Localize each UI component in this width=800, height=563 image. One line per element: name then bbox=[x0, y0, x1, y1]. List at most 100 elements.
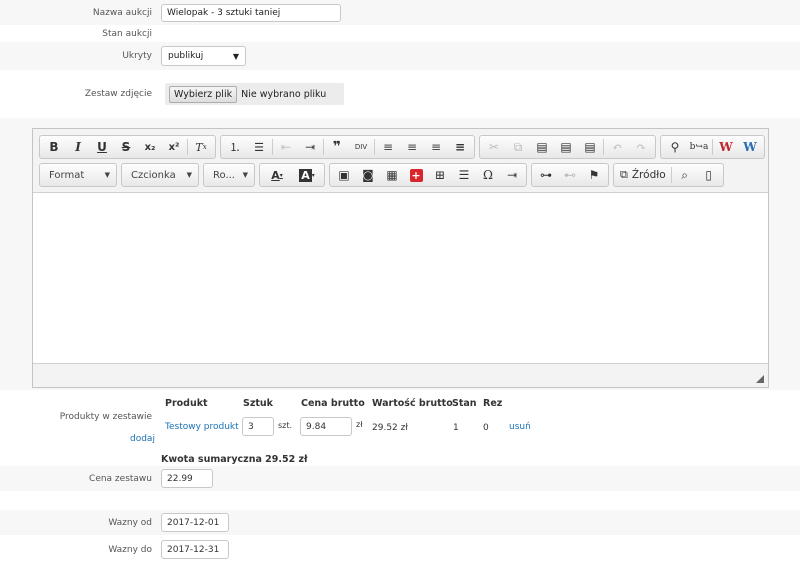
hidden-label: Ukryty bbox=[122, 51, 152, 61]
hidden-row: Ukryty publikuj ▼ bbox=[0, 42, 800, 70]
file-picker: Wybierz plik Nie wybrano pliku bbox=[165, 83, 344, 105]
resize-handle-icon[interactable] bbox=[756, 375, 764, 383]
remove-format-icon[interactable]: Tx bbox=[189, 136, 213, 158]
qty-input[interactable]: 3 bbox=[242, 417, 274, 436]
chevron-down-icon: ▼ bbox=[232, 51, 239, 61]
spellcheck-red-icon[interactable]: W bbox=[714, 136, 738, 158]
col-header-product: Produkt bbox=[165, 398, 208, 409]
editor-content-area[interactable] bbox=[33, 192, 768, 364]
subscript-icon[interactable]: x₂ bbox=[138, 136, 162, 158]
plugin-red-icon[interactable]: + bbox=[404, 164, 428, 186]
file-status: Nie wybrano pliku bbox=[241, 88, 327, 100]
link-icon[interactable]: ⊶ bbox=[534, 164, 558, 186]
toolbar-row-2: Format ▼ Czcionka ▼ Ro... ▼ A ▾ A ▾ ▣ ◙ ▦ … bbox=[39, 163, 728, 187]
unlink-icon[interactable]: ⊷ bbox=[558, 164, 582, 186]
auction-name-input[interactable] bbox=[161, 3, 341, 22]
copy-icon[interactable]: ⧉ bbox=[506, 136, 530, 158]
align-right-icon[interactable]: ≡ bbox=[424, 136, 448, 158]
col-header-value: Wartość brutto bbox=[372, 398, 453, 409]
blockquote-icon[interactable]: ❞ bbox=[325, 136, 349, 158]
preview-icon[interactable]: ⌕ bbox=[673, 164, 697, 186]
spellcheck-blue-icon[interactable]: W bbox=[738, 136, 762, 158]
set-price-input[interactable]: 22.99 bbox=[161, 469, 213, 488]
align-left-icon[interactable]: ≡ bbox=[376, 136, 400, 158]
cut-icon[interactable]: ✂ bbox=[482, 136, 506, 158]
paste-text-icon[interactable]: ▤ bbox=[554, 136, 578, 158]
chevron-down-icon: ▼ bbox=[186, 171, 192, 179]
paste-icon[interactable]: ▤ bbox=[530, 136, 554, 158]
indent-icon[interactable]: ⇥ bbox=[298, 136, 322, 158]
source-icon: ⧉ bbox=[620, 168, 628, 181]
video-icon[interactable]: ▦ bbox=[380, 164, 404, 186]
sum-total: Kwota sumaryczna 29.52 zł bbox=[161, 454, 308, 465]
image-icon[interactable]: ▣ bbox=[332, 164, 356, 186]
valid-to-label: Wazny do bbox=[108, 544, 152, 555]
product-value: 29.52 zł bbox=[372, 423, 408, 433]
valid-from-label: Wazny od bbox=[108, 517, 152, 528]
size-combo-label: Ro... bbox=[213, 169, 235, 181]
price-unit: zł bbox=[356, 420, 363, 429]
justify-icon[interactable]: ≡ bbox=[448, 136, 472, 158]
format-combo-label: Format bbox=[49, 169, 85, 181]
find-icon[interactable]: ⚲ bbox=[663, 136, 687, 158]
qty-unit: szt. bbox=[278, 421, 293, 430]
col-header-qty: Sztuk bbox=[243, 398, 273, 409]
add-product-link[interactable]: dodaj bbox=[130, 434, 155, 444]
valid-to-input[interactable]: 2017-12-31 bbox=[161, 540, 229, 559]
format-combo[interactable]: Format ▼ bbox=[39, 163, 117, 187]
font-combo-label: Czcionka bbox=[131, 169, 176, 181]
font-combo[interactable]: Czcionka ▼ bbox=[121, 163, 199, 187]
bg-color-icon[interactable]: A ▾ bbox=[292, 164, 322, 186]
col-header-reserved: Rez bbox=[483, 398, 503, 409]
bold-icon[interactable]: B bbox=[42, 136, 66, 158]
source-button[interactable]: ⧉ Źródło bbox=[616, 164, 670, 186]
numbered-list-icon[interactable]: ⒈ bbox=[223, 136, 247, 158]
strike-icon[interactable]: S bbox=[114, 136, 138, 158]
photos-label: Zestaw zdjęcie bbox=[84, 89, 152, 99]
undo-icon[interactable]: ↶ bbox=[605, 136, 629, 158]
price-input[interactable]: 9.84 bbox=[300, 417, 352, 436]
text-color-icon[interactable]: A ▾ bbox=[262, 164, 292, 186]
redo-icon[interactable]: ↷ bbox=[629, 136, 653, 158]
flash-icon[interactable]: ◙ bbox=[356, 164, 380, 186]
rich-text-editor: B I U S x₂ x² Tx ⒈ ☰ ⇤ ⇥ ❞ DIV ≡ ≡ ≡ ≡ ✂… bbox=[32, 128, 769, 388]
chevron-down-icon: ▼ bbox=[104, 171, 110, 179]
hidden-select[interactable]: publikuj ▼ bbox=[161, 46, 246, 66]
auction-state-row: Stan aukcji bbox=[0, 25, 800, 42]
photos-row: Zestaw zdjęcie Wybierz plik Nie wybrano … bbox=[0, 70, 800, 118]
valid-to-row: Wazny do 2017-12-31 bbox=[0, 536, 800, 563]
product-name-link[interactable]: Testowy produkt bbox=[165, 422, 239, 432]
spacer-row bbox=[0, 491, 800, 510]
chevron-down-icon: ▼ bbox=[242, 171, 248, 179]
toolbar-row-1: B I U S x₂ x² Tx ⒈ ☰ ⇤ ⇥ ❞ DIV ≡ ≡ ≡ ≡ ✂… bbox=[39, 135, 769, 159]
source-label: Źródło bbox=[631, 169, 666, 181]
size-combo[interactable]: Ro... ▼ bbox=[203, 163, 255, 187]
underline-icon[interactable]: U bbox=[90, 136, 114, 158]
remove-product-link[interactable]: usuń bbox=[509, 422, 531, 432]
valid-from-input[interactable]: 2017-12-01 bbox=[161, 513, 229, 532]
valid-from-row: Wazny od 2017-12-01 bbox=[0, 510, 800, 535]
horizontal-line-icon[interactable]: ☰ bbox=[452, 164, 476, 186]
outdent-icon[interactable]: ⇤ bbox=[274, 136, 298, 158]
product-reserved: 0 bbox=[483, 423, 489, 433]
col-header-stock: Stan bbox=[452, 398, 477, 409]
bullet-list-icon[interactable]: ☰ bbox=[247, 136, 271, 158]
superscript-icon[interactable]: x² bbox=[162, 136, 186, 158]
anchor-flag-icon[interactable]: ⚑ bbox=[582, 164, 606, 186]
choose-file-button[interactable]: Wybierz plik bbox=[169, 85, 238, 103]
paste-word-icon[interactable]: ▤ bbox=[578, 136, 602, 158]
set-price-label: Cena zestawu bbox=[89, 473, 152, 484]
auction-name-label: Nazwa aukcji bbox=[92, 7, 152, 18]
table-icon[interactable]: ⊞ bbox=[428, 164, 452, 186]
hidden-select-value: publikuj bbox=[168, 51, 204, 61]
product-stock: 1 bbox=[453, 423, 459, 433]
italic-icon[interactable]: I bbox=[66, 136, 90, 158]
auction-state-label: Stan aukcji bbox=[102, 28, 152, 39]
col-header-price: Cena brutto bbox=[301, 398, 365, 409]
align-center-icon[interactable]: ≡ bbox=[400, 136, 424, 158]
div-icon[interactable]: DIV bbox=[349, 136, 373, 158]
page-break-icon[interactable]: ⇥ bbox=[500, 164, 524, 186]
templates-icon[interactable]: ▯ bbox=[697, 164, 721, 186]
special-char-icon[interactable]: Ω bbox=[476, 164, 500, 186]
replace-icon[interactable]: b↪a bbox=[687, 136, 711, 158]
